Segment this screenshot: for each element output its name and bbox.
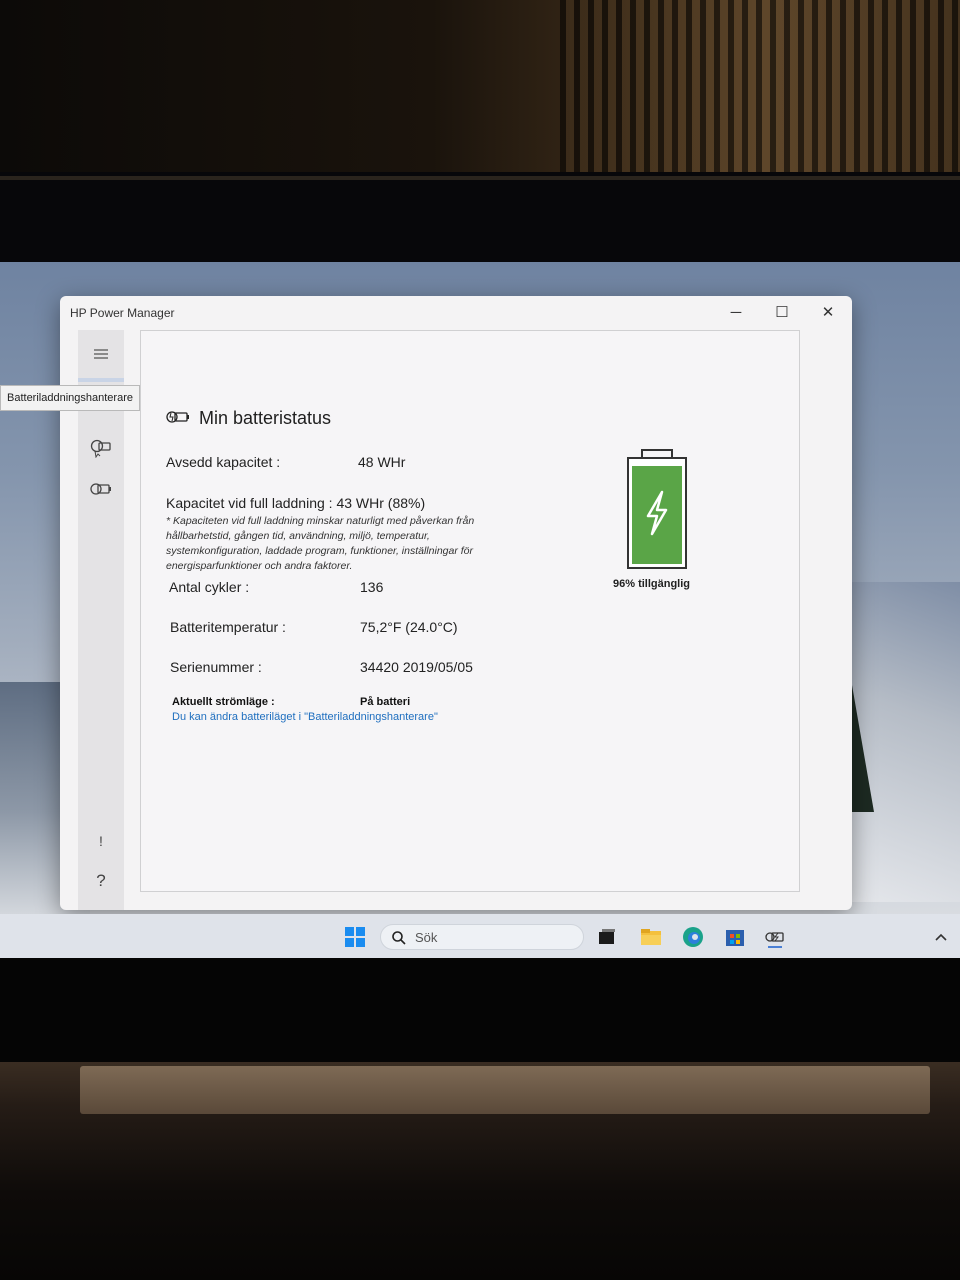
rated-capacity-label: Avsedd kapacitet : [166, 454, 281, 470]
alert-icon[interactable]: ! [90, 830, 112, 852]
store-icon[interactable] [724, 926, 746, 948]
taskbar: Sök [0, 914, 960, 960]
title-bar[interactable]: HP Power Manager ─ ☐ ✕ [60, 296, 852, 330]
hp-power-manager-icon[interactable] [764, 926, 786, 948]
rated-capacity-value: 48 WHr [358, 454, 406, 470]
cycle-count-value: 136 [360, 579, 384, 595]
tooltip: Batteriladdningshanterare [0, 385, 140, 411]
app-window: HP Power Manager ─ ☐ ✕ ! ? Min batterist… [60, 296, 852, 910]
bezel-edge [0, 176, 960, 180]
power-mode-value: På batteri [360, 696, 411, 708]
search-icon [392, 931, 406, 945]
change-battery-mode-link[interactable]: Du kan ändra batteriläget i "Batteriladd… [172, 711, 438, 723]
chevron-up-icon[interactable] [930, 926, 952, 948]
cycle-count-label: Antal cykler : [169, 579, 250, 595]
serial-number-label: Serienummer : [170, 659, 262, 675]
background-slats [560, 0, 960, 175]
maximize-button[interactable]: ☐ [762, 300, 802, 326]
battery-heading-icon [166, 411, 189, 423]
search-box[interactable]: Sök [380, 924, 584, 950]
search-placeholder: Sök [415, 930, 438, 945]
minimize-button[interactable]: ─ [716, 300, 756, 326]
monitor-bezel-bottom [0, 958, 960, 1068]
full-charge-capacity: Kapacitet vid full laddning : 43 WHr (88… [166, 495, 426, 511]
battery-temp-value: 75,2°F (24.0°C) [360, 619, 458, 635]
battery-available-text: 96% tillgänglig [613, 578, 691, 590]
file-explorer-icon[interactable] [640, 926, 662, 948]
task-view-icon[interactable] [596, 926, 618, 948]
battery-temp-label: Batteritemperatur : [170, 619, 286, 635]
close-button[interactable]: ✕ [808, 300, 848, 326]
battery-manager-icon[interactable] [90, 438, 112, 460]
power-mode-label: Aktuellt strömläge : [172, 696, 275, 708]
nav-selection-indicator [78, 378, 124, 382]
help-icon[interactable]: ? [90, 870, 112, 892]
monitor-bezel-top [0, 172, 960, 264]
full-charge-note: * Kapaciteten vid full laddning minskar … [166, 515, 475, 572]
laptop-hinge [80, 1066, 930, 1114]
page-title: Min batteristatus [199, 408, 332, 428]
battery-status-icon[interactable] [90, 480, 112, 502]
edge-icon[interactable] [682, 926, 704, 948]
sidebar: ! ? [78, 330, 124, 910]
window-title: HP Power Manager [70, 306, 175, 320]
start-icon[interactable] [344, 926, 366, 948]
battery-level-graphic [627, 449, 687, 569]
hamburger-menu-icon[interactable] [90, 344, 112, 366]
serial-number-value: 34420 2019/05/05 [360, 659, 473, 675]
